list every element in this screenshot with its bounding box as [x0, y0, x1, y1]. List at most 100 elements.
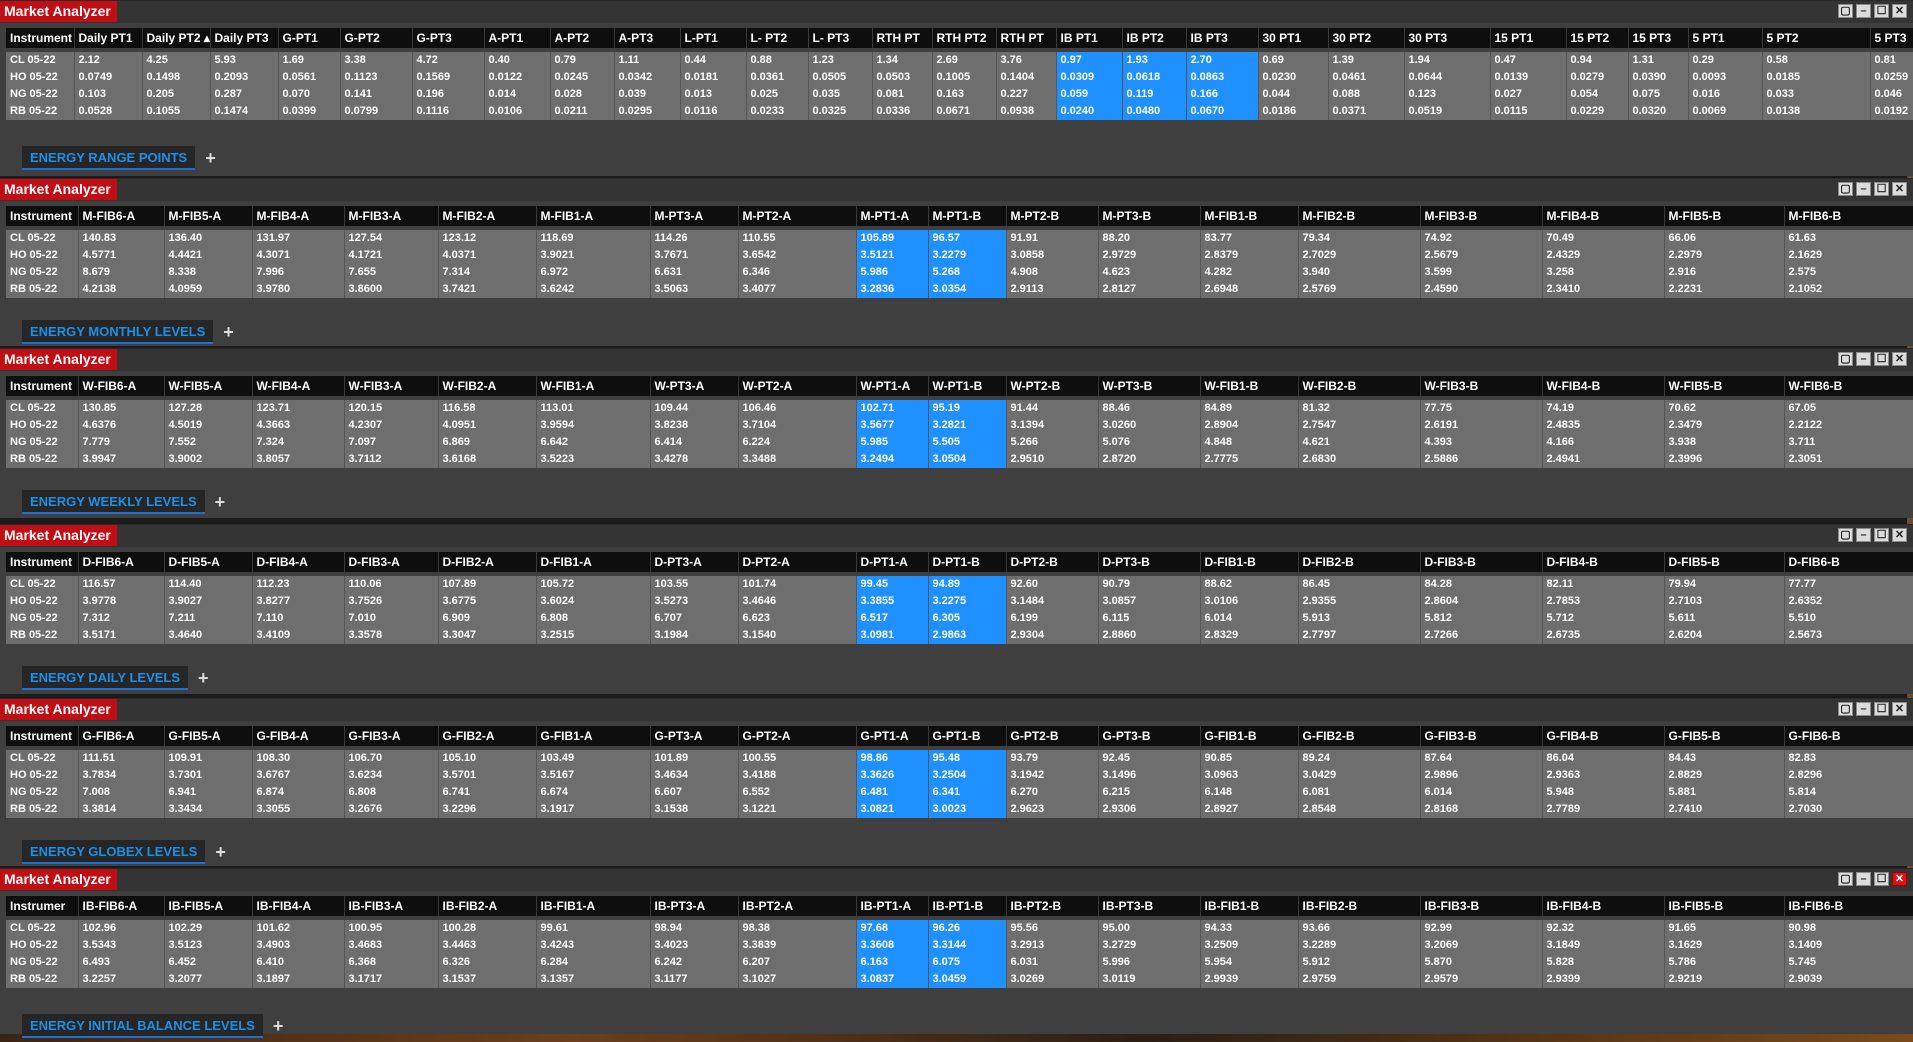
- column-header[interactable]: 30 PT3: [1404, 28, 1491, 52]
- level-cell[interactable]: 3.0429: [1298, 767, 1421, 784]
- instrument-row[interactable]: HO 05-22 3.7834 3.7301 3.6767 3.6234 3.5701 3.…: [6, 767, 1913, 784]
- level-cell[interactable]: 0.0245: [550, 69, 615, 86]
- level-cell[interactable]: 0.070: [278, 86, 341, 103]
- level-cell[interactable]: 0.0233: [746, 103, 809, 120]
- maximize-button[interactable]: ☐: [1874, 4, 1889, 18]
- level-cell[interactable]: 0.059: [1056, 86, 1123, 103]
- column-header[interactable]: RTH PT: [872, 28, 933, 52]
- level-cell[interactable]: 1.34: [872, 50, 933, 69]
- instrument-row[interactable]: CL 05-22 116.57 114.40 112.23 110.06 107.89 10…: [6, 574, 1913, 593]
- maximize-button[interactable]: ☐: [1874, 352, 1889, 366]
- level-cell[interactable]: 6.741: [438, 784, 537, 801]
- panel-titlebar[interactable]: Market Analyzer ▢ – ☐ ✕: [0, 348, 1913, 371]
- column-header[interactable]: G-FIB3-B: [1420, 726, 1543, 750]
- panel-titlebar[interactable]: Market Analyzer ▢ – ☐ ✕: [0, 0, 1913, 23]
- minimize-button[interactable]: –: [1856, 352, 1871, 366]
- level-cell[interactable]: 74.19: [1542, 398, 1665, 417]
- level-cell[interactable]: 74.92: [1420, 228, 1543, 247]
- level-cell[interactable]: 3.0963: [1200, 767, 1299, 784]
- column-header[interactable]: Daily PT2 ▴: [142, 28, 211, 52]
- level-cell[interactable]: 102.71: [856, 398, 929, 417]
- level-cell[interactable]: 0.0192: [1870, 103, 1913, 120]
- level-cell[interactable]: 3.4683: [344, 937, 439, 954]
- column-header[interactable]: 15 PT3: [1628, 28, 1689, 52]
- level-cell[interactable]: 3.3839: [738, 937, 857, 954]
- column-header[interactable]: Instrument: [6, 726, 79, 750]
- level-cell[interactable]: 0.0749: [74, 69, 143, 86]
- level-cell[interactable]: 3.0260: [1098, 417, 1201, 434]
- level-cell[interactable]: 89.24: [1298, 748, 1421, 767]
- level-cell[interactable]: 3.6242: [536, 281, 651, 298]
- column-header[interactable]: IB-FIB3-B: [1420, 896, 1543, 920]
- column-header[interactable]: IB PT1: [1056, 28, 1123, 52]
- instrument-row[interactable]: RB 05-22 3.3814 3.3434 3.3055 3.2676 3.2296 3.…: [6, 801, 1913, 818]
- level-cell[interactable]: 6.115: [1098, 610, 1201, 627]
- level-cell[interactable]: 1.94: [1404, 50, 1491, 69]
- level-cell[interactable]: 0.0230: [1258, 69, 1329, 86]
- level-cell[interactable]: 3.3488: [738, 451, 857, 468]
- level-cell[interactable]: 0.69: [1258, 50, 1329, 69]
- level-cell[interactable]: 3.5223: [536, 451, 651, 468]
- level-cell[interactable]: 0.039: [614, 86, 681, 103]
- level-cell[interactable]: 109.44: [650, 398, 739, 417]
- level-cell[interactable]: 0.0938: [996, 103, 1057, 120]
- level-cell[interactable]: 3.0837: [856, 971, 929, 988]
- level-cell[interactable]: 4.0371: [438, 247, 537, 264]
- level-cell[interactable]: 6.493: [78, 954, 165, 971]
- instrument-row[interactable]: NG 05-22 8.679 8.338 7.996 7.655 7.314 6.972 6.…: [6, 264, 1913, 281]
- level-cell[interactable]: 82.11: [1542, 574, 1665, 593]
- level-cell[interactable]: 2.9579: [1420, 971, 1543, 988]
- level-cell[interactable]: 95.00: [1098, 918, 1201, 937]
- level-cell[interactable]: 103.49: [536, 748, 651, 767]
- instrument-row[interactable]: CL 05-22 140.83 136.40 131.97 127.54 123.12 11…: [6, 228, 1913, 247]
- level-cell[interactable]: 0.0671: [932, 103, 997, 120]
- column-header[interactable]: IB-FIB4-B: [1542, 896, 1665, 920]
- add-tab-button[interactable]: +: [215, 840, 226, 864]
- level-cell[interactable]: 6.270: [1006, 784, 1099, 801]
- level-cell[interactable]: 3.9002: [164, 451, 253, 468]
- level-cell[interactable]: 0.79: [550, 50, 615, 69]
- column-header[interactable]: D-PT2-A: [738, 552, 857, 576]
- column-header[interactable]: D-PT1-A: [856, 552, 929, 576]
- level-cell[interactable]: 123.71: [252, 398, 345, 417]
- instrument-cell[interactable]: NG 05-22: [6, 784, 79, 801]
- level-cell[interactable]: 0.88: [746, 50, 809, 69]
- add-tab-button[interactable]: +: [198, 666, 209, 690]
- level-cell[interactable]: 4.5771: [78, 247, 165, 264]
- instrument-cell[interactable]: CL 05-22: [6, 574, 79, 593]
- level-cell[interactable]: 3.2913: [1006, 937, 1099, 954]
- restore-button[interactable]: ▢: [1838, 702, 1853, 716]
- level-cell[interactable]: 7.996: [252, 264, 345, 281]
- level-cell[interactable]: 2.9113: [1006, 281, 1099, 298]
- level-cell[interactable]: 3.6542: [738, 247, 857, 264]
- level-cell[interactable]: 3.4278: [650, 451, 739, 468]
- level-cell[interactable]: 3.2275: [928, 593, 1007, 610]
- column-header[interactable]: M-PT1-B: [928, 206, 1007, 230]
- level-cell[interactable]: 4.6376: [78, 417, 165, 434]
- level-cell[interactable]: 0.0863: [1186, 69, 1259, 86]
- instrument-row[interactable]: HO 05-22 3.9778 3.9027 3.8277 3.7526 3.6775 3.…: [6, 593, 1913, 610]
- level-cell[interactable]: 103.55: [650, 574, 739, 593]
- level-cell[interactable]: 6.207: [738, 954, 857, 971]
- level-cell[interactable]: 6.869: [438, 434, 537, 451]
- level-cell[interactable]: 2.3410: [1542, 281, 1665, 298]
- level-cell[interactable]: 2.9399: [1542, 971, 1665, 988]
- column-header[interactable]: D-FIB4-B: [1542, 552, 1665, 576]
- level-cell[interactable]: 0.47: [1490, 50, 1567, 69]
- level-cell[interactable]: 4.5019: [164, 417, 253, 434]
- column-header[interactable]: G-FIB6-A: [78, 726, 165, 750]
- level-cell[interactable]: 3.4077: [738, 281, 857, 298]
- level-cell[interactable]: 131.97: [252, 228, 345, 247]
- level-cell[interactable]: 7.314: [438, 264, 537, 281]
- column-header[interactable]: D-PT2-B: [1006, 552, 1099, 576]
- level-cell[interactable]: 84.43: [1664, 748, 1785, 767]
- level-cell[interactable]: 3.9780: [252, 281, 345, 298]
- level-cell[interactable]: 3.9021: [536, 247, 651, 264]
- level-cell[interactable]: 0.0342: [614, 69, 681, 86]
- level-cell[interactable]: 2.916: [1664, 264, 1785, 281]
- level-cell[interactable]: 0.044: [1258, 86, 1329, 103]
- level-cell[interactable]: 84.28: [1420, 574, 1543, 593]
- level-cell[interactable]: 2.9304: [1006, 627, 1099, 644]
- column-header[interactable]: G-PT2-A: [738, 726, 857, 750]
- level-cell[interactable]: 7.552: [164, 434, 253, 451]
